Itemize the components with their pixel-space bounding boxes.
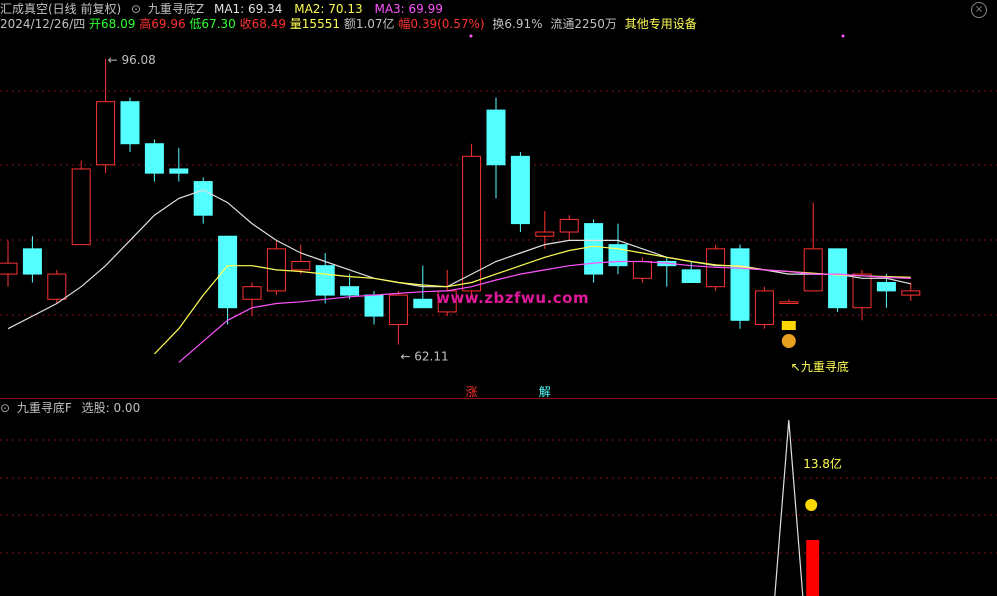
lower-indicator-name[interactable]: 九重寻底F [17, 401, 72, 415]
candle-body [169, 168, 189, 174]
candle-body [47, 273, 67, 300]
candle-body [71, 168, 91, 246]
ma1-line [7, 189, 911, 330]
select-value-label: 选股: 0.00 [81, 401, 141, 415]
chart-stage[interactable]: 汇成真空(日线 前复权) ⊙ 九重寻底Z MA1: 69.34 MA2: 70.… [0, 0, 997, 596]
candle-body [584, 223, 604, 275]
lower-dropdown-icon[interactable]: ⊙ [0, 401, 10, 415]
candle-body [803, 248, 823, 292]
candle-body [413, 298, 433, 309]
lower-panel-header: ⊙ 九重寻底F 选股: 0.00 [0, 400, 140, 416]
dot-marker [469, 34, 473, 38]
candle-body [828, 248, 848, 309]
signal-bar [806, 540, 820, 596]
candle-body [730, 248, 750, 321]
candle-body [779, 301, 799, 304]
candle-body [315, 265, 335, 296]
candle-body [876, 281, 896, 292]
candle-body [364, 294, 384, 317]
candle-body [754, 290, 774, 326]
candle-body [120, 101, 140, 145]
candle-body [242, 286, 262, 300]
candle-body [22, 248, 42, 275]
tag-label: 涨 [466, 384, 478, 399]
lower-value-label: 13.8亿 [803, 456, 842, 471]
candle-body [486, 109, 506, 166]
high-price-label: ← 96.08 [108, 53, 156, 67]
candle-body [559, 218, 579, 233]
candle-body [535, 231, 555, 237]
spike-line [774, 419, 804, 596]
tag-label: 解 [539, 385, 551, 399]
candle-body [681, 269, 701, 283]
candle-body [632, 260, 652, 279]
candle-body [388, 294, 408, 326]
dot-marker [841, 34, 845, 38]
low-price-label: ← 62.11 [400, 350, 448, 364]
candle-body [218, 235, 238, 309]
candle-body [510, 155, 530, 225]
watermark: www.zbzfwu.com [436, 289, 590, 307]
candle-body [852, 273, 872, 309]
panel-divider[interactable] [0, 398, 997, 399]
money-bag-icon [781, 334, 796, 348]
candle-body [193, 181, 213, 216]
candle-body [901, 290, 921, 296]
candle-body [291, 260, 311, 271]
signal-flag-icon [781, 321, 796, 330]
candle-body [0, 262, 18, 275]
signal-label: ↖九重寻底 [791, 359, 849, 374]
candle-body [96, 101, 116, 166]
smiley-icon [805, 499, 818, 511]
ma3-line [178, 260, 911, 363]
candle-body [144, 143, 164, 174]
candle-body [340, 286, 360, 296]
